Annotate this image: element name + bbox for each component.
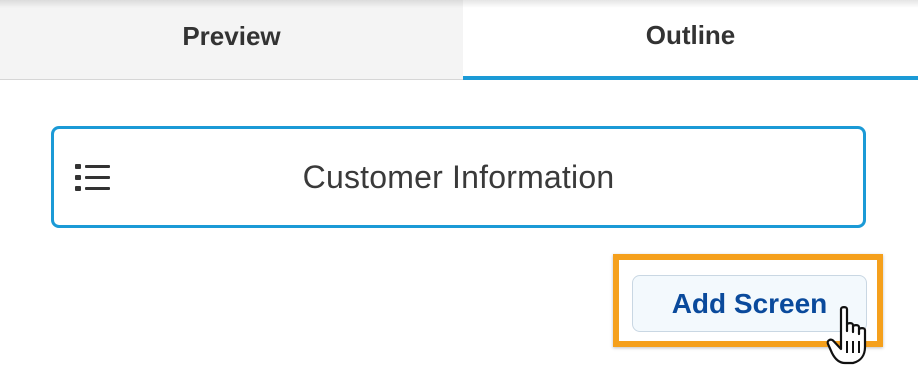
tab-preview[interactable]: Preview bbox=[0, 0, 463, 80]
tab-outline-label: Outline bbox=[645, 19, 736, 50]
tab-bar: Preview Outline bbox=[0, 0, 918, 80]
screen-title: Customer Information bbox=[302, 158, 615, 195]
hand-pointer-icon bbox=[826, 306, 867, 365]
screen-item-customer-information[interactable]: Customer Information bbox=[51, 126, 866, 228]
tab-preview-label: Preview bbox=[182, 21, 281, 51]
tab-outline[interactable]: Outline bbox=[463, 0, 918, 80]
list-icon bbox=[75, 164, 110, 191]
